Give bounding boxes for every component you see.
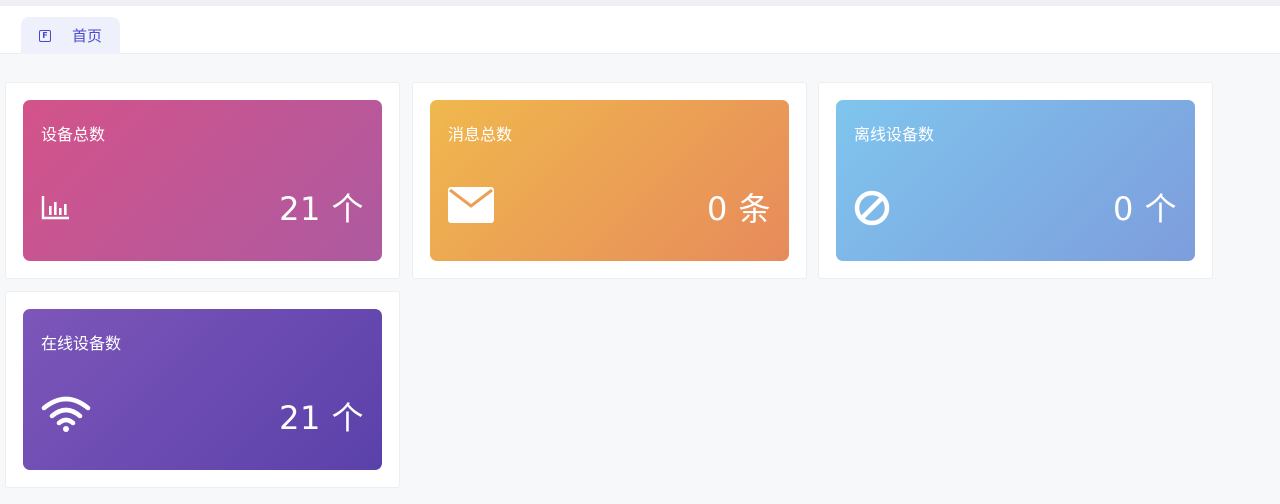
home-icon: F	[39, 29, 51, 42]
stat-panel-devices: 设备总数 21 个	[5, 82, 400, 279]
stat-card-online-devices[interactable]: 在线设备数 21 个	[23, 309, 382, 470]
stat-card-total-messages[interactable]: 消息总数 0 条	[430, 100, 789, 261]
card-title: 消息总数	[448, 125, 513, 144]
tab-home-label: 首页	[72, 27, 103, 45]
stat-card-offline-devices[interactable]: 离线设备数 0 个	[836, 100, 1195, 261]
ban-icon	[854, 190, 890, 230]
wifi-icon	[41, 396, 91, 436]
card-value: 0 条	[706, 190, 771, 228]
stat-panel-offline: 离线设备数 0 个	[818, 82, 1213, 279]
tab-bar: F 首页	[0, 6, 1280, 54]
mail-icon	[448, 187, 494, 227]
card-title: 设备总数	[41, 125, 106, 144]
card-value: 0 个	[1112, 190, 1177, 228]
card-title: 离线设备数	[854, 125, 935, 144]
stat-card-total-devices[interactable]: 设备总数 21 个	[23, 100, 382, 261]
card-title: 在线设备数	[41, 334, 122, 353]
card-value: 21 个	[279, 190, 364, 228]
stat-panel-messages: 消息总数 0 条	[412, 82, 807, 279]
tab-home[interactable]: F 首页	[21, 17, 120, 54]
card-value: 21 个	[279, 399, 364, 437]
bar-chart-icon	[41, 194, 71, 224]
stat-panel-online: 在线设备数 21 个	[5, 291, 400, 488]
